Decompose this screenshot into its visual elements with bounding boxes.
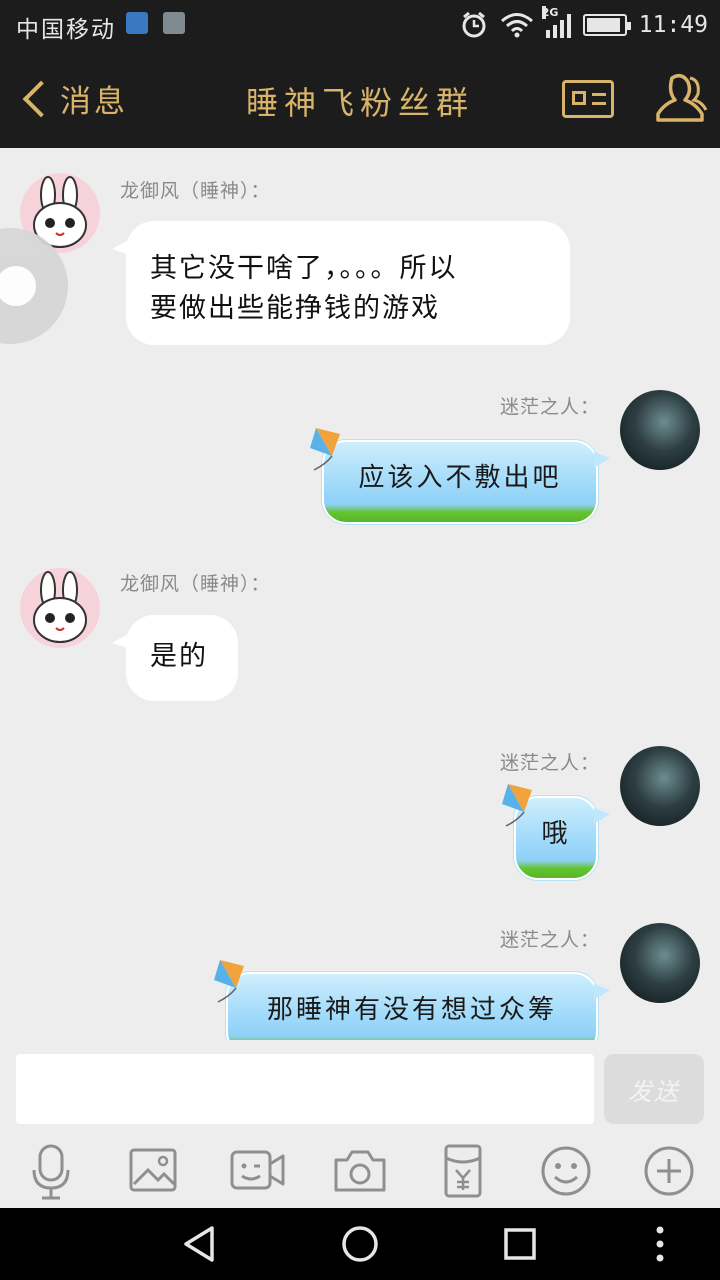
home-circle-icon[interactable]: [338, 1222, 382, 1266]
photo-icon: [163, 12, 185, 34]
sender-name: 龙御风（睡神）：: [120, 573, 271, 595]
avatar[interactable]: [620, 746, 700, 826]
signal-icon: 2G: [541, 6, 571, 38]
message-bubble[interactable]: 应该入不敷出吧: [322, 440, 610, 524]
kite-icon: [502, 784, 532, 827]
carrier-name: 中国移动: [16, 17, 116, 43]
message-text-line: 其它没干啥了，。。。所以: [150, 253, 458, 284]
microphone-icon[interactable]: [20, 1140, 82, 1202]
input-row: 发送: [0, 1040, 720, 1138]
status-icons: 2G 11:49: [460, 6, 708, 42]
emoji-icon[interactable]: [535, 1140, 597, 1202]
avatar[interactable]: [620, 390, 700, 470]
sender-name: 龙御风（睡神）：: [120, 180, 271, 202]
system-nav-bar: [0, 1208, 720, 1280]
camera-icon[interactable]: [329, 1140, 391, 1202]
group-members-icon[interactable]: [652, 70, 708, 126]
back-triangle-icon[interactable]: [178, 1222, 222, 1266]
chat-header: 消息 睡神飞粉丝群: [0, 50, 720, 148]
message-bubble[interactable]: 那睡神有没有想过众筹: [226, 972, 610, 1040]
bunny-avatar-icon: [20, 568, 100, 648]
health-icon: [126, 12, 148, 34]
chat-toolbar: [0, 1138, 720, 1208]
message-text: 那睡神有没有想过众筹: [266, 995, 557, 1025]
avatar[interactable]: [620, 923, 700, 1003]
network-type: 2G: [541, 6, 559, 19]
image-icon[interactable]: [122, 1140, 184, 1202]
wifi-icon: [500, 13, 533, 38]
red-packet-icon[interactable]: [432, 1140, 494, 1202]
message-input[interactable]: [16, 1054, 594, 1124]
message-bubble[interactable]: 其它没干啥了，。。。所以 要做出些能挣钱的游戏: [112, 221, 570, 345]
sender-name: 迷茫之人：: [499, 396, 600, 418]
alarm-icon: [462, 11, 486, 38]
battery-fill: [586, 18, 620, 32]
recents-square-icon[interactable]: [498, 1222, 542, 1266]
avatar[interactable]: [20, 568, 100, 648]
more-dots-icon[interactable]: [638, 1222, 682, 1266]
message-text-line: 是的: [150, 641, 208, 672]
kite-icon: [310, 428, 340, 471]
message-bubble[interactable]: 是的: [112, 615, 238, 701]
message-text: 哦: [541, 819, 571, 849]
video-call-icon[interactable]: [226, 1140, 288, 1202]
message-text-line: 要做出些能挣钱的游戏: [150, 293, 440, 324]
message-text: 应该入不敷出吧: [358, 463, 562, 493]
battery-icon: [582, 14, 631, 36]
sender-name: 迷茫之人：: [499, 929, 600, 951]
clock: 11:49: [638, 12, 708, 38]
kite-icon: [214, 960, 244, 1003]
plus-icon[interactable]: [638, 1140, 700, 1202]
profile-card-icon[interactable]: [562, 80, 614, 118]
message-list[interactable]: 龙御风（睡神）： 其它没干啥了，。。。所以 要做出些能挣钱的游戏 迷茫之人： 应…: [0, 148, 720, 1040]
status-bar: 中国移动 2G 11:49: [0, 0, 720, 50]
send-button[interactable]: 发送: [604, 1054, 704, 1124]
sender-name: 迷茫之人：: [499, 752, 600, 774]
